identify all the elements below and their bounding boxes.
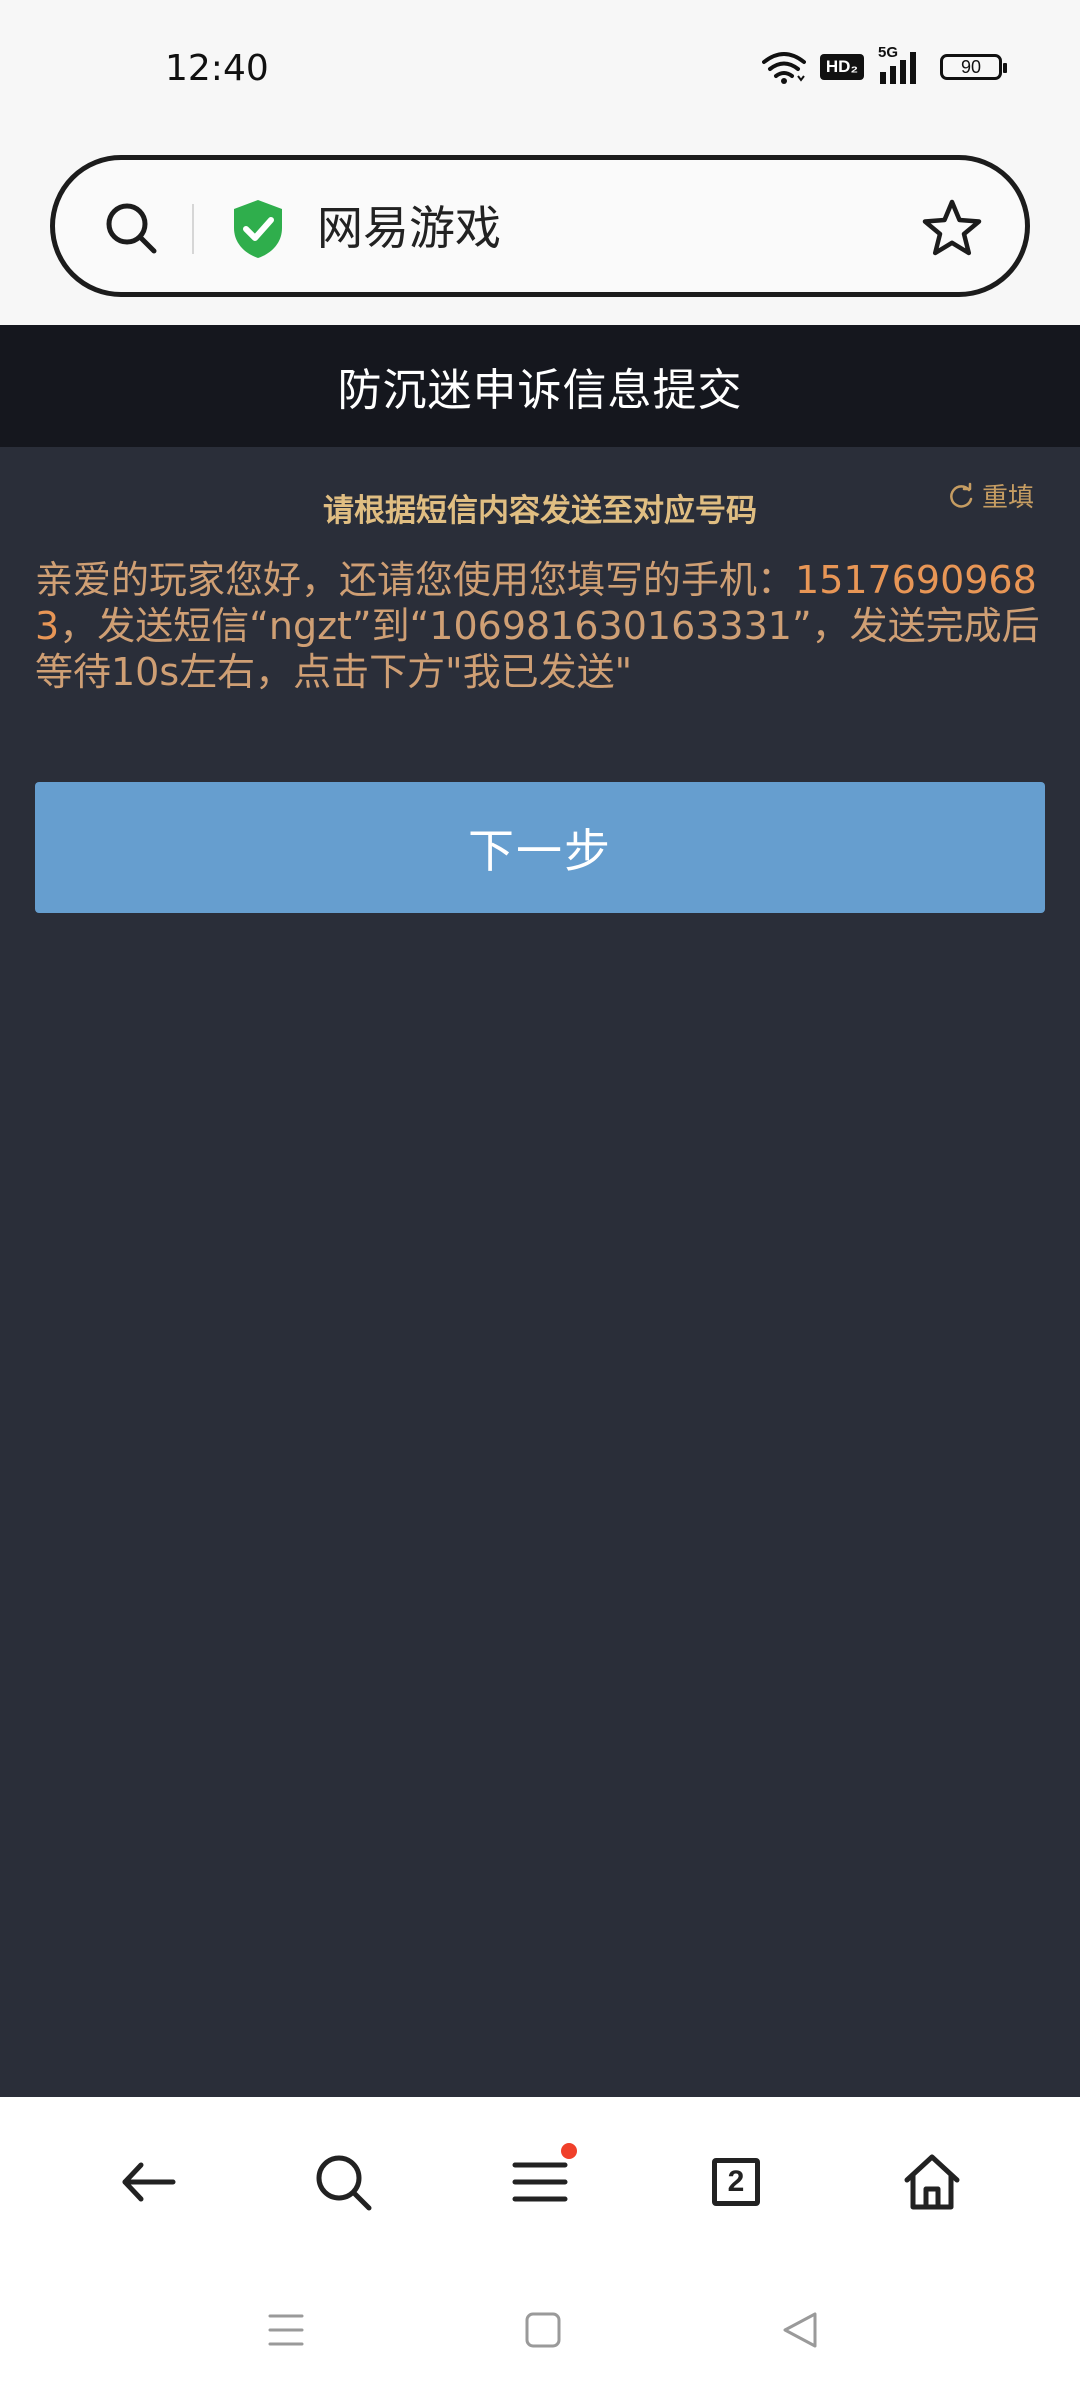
refresh-icon — [950, 482, 973, 508]
home-icon — [904, 2154, 960, 2210]
sms-instruction-message: 亲爱的玩家您好，还请您使用您填写的手机：15176909683，发送短信“ngz… — [35, 557, 1047, 695]
toolbar-search-button[interactable] — [308, 2147, 378, 2217]
tabs-button[interactable]: 2 — [701, 2147, 771, 2217]
cellular-signal-icon: 5G — [878, 44, 926, 84]
address-area: 网易游戏 — [0, 140, 1080, 325]
secure-shield-icon[interactable] — [230, 198, 286, 260]
back-triangle-icon — [783, 2312, 817, 2348]
menu-button[interactable] — [505, 2143, 577, 2217]
refill-label: 重填 — [981, 483, 1034, 513]
next-step-button[interactable]: 下一步 — [35, 782, 1045, 913]
menu-icon — [512, 2162, 568, 2202]
home-button[interactable] — [897, 2147, 967, 2217]
status-bar: 12:40 HD₂ 5G 90 — [0, 0, 1080, 140]
browser-toolbar: 2 — [0, 2097, 1080, 2262]
site-name[interactable]: 网易游戏 — [317, 200, 501, 256]
message-details: ，发送短信“ngzt”到“106981630163331”，发送完成后等待10s… — [35, 604, 1040, 694]
hd-voice-badge: HD₂ — [819, 54, 864, 80]
status-icons: HD₂ 5G 90 — [761, 44, 1007, 84]
back-arrow-icon — [122, 2162, 176, 2202]
search-icon[interactable] — [103, 200, 159, 256]
search-icon — [316, 2155, 372, 2211]
message-intro: 亲爱的玩家您好，还请您使用您填写的手机： — [35, 558, 796, 602]
instruction-subtitle: 请根据短信内容发送至对应号码 — [323, 493, 757, 529]
system-home-button[interactable] — [515, 2302, 571, 2358]
page-header: 防沉迷申诉信息提交 — [0, 325, 1080, 447]
tab-count: 2 — [727, 2165, 745, 2198]
system-navigation-bar — [0, 2262, 1080, 2400]
home-square-icon — [525, 2312, 561, 2348]
back-button[interactable] — [113, 2147, 183, 2217]
battery-icon: 90 — [940, 54, 1007, 80]
page-title: 防沉迷申诉信息提交 — [337, 365, 743, 416]
wifi-icon — [761, 52, 806, 84]
address-bar[interactable]: 网易游戏 — [50, 155, 1030, 297]
notification-dot — [561, 2143, 577, 2159]
status-time: 12:40 — [165, 48, 269, 89]
battery-level: 90 — [960, 56, 982, 77]
bookmark-star-icon[interactable] — [921, 198, 983, 260]
system-back-button[interactable] — [773, 2302, 829, 2358]
refill-button[interactable]: 重填 — [948, 477, 1034, 514]
tabs-icon: 2 — [712, 2158, 760, 2206]
browser-screen: 12:40 HD₂ 5G 90 网易游戏 防沉迷申诉信息提交 请根据短信内容发送… — [0, 0, 1080, 2400]
recent-apps-button[interactable] — [258, 2302, 314, 2358]
page-content: 请根据短信内容发送至对应号码 重填 亲爱的玩家您好，还请您使用您填写的手机：15… — [0, 447, 1080, 2097]
address-divider — [192, 204, 194, 254]
recent-apps-icon — [268, 2314, 304, 2346]
